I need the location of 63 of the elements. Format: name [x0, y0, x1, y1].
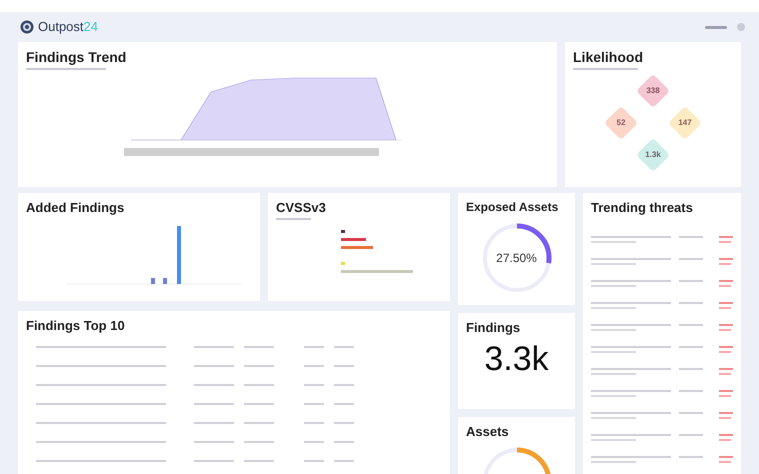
blurred-text-line: [719, 456, 733, 458]
blurred-text-line: [591, 461, 636, 463]
user-name-blur-drawing: [705, 26, 727, 28]
blurred-text-line: [591, 307, 636, 309]
blurred-text-line: [719, 263, 731, 265]
card-title: Findings Top 10: [26, 319, 126, 332]
blurred-text-line: [719, 324, 733, 326]
blurred-text-line: [679, 434, 703, 436]
blurred-text-line: [719, 280, 733, 282]
blurred-text-line: [591, 329, 636, 331]
blurred-text-line: [719, 329, 731, 331]
blurred-text-line: [591, 241, 636, 243]
blurred-text-line: [679, 280, 703, 282]
findings-count: 3.3k: [484, 342, 549, 376]
blurred-text-line: [679, 258, 703, 260]
blurred-text-line: [591, 263, 636, 265]
card-title: Findings: [466, 321, 522, 334]
blurred-text-line: [719, 285, 731, 287]
blurred-text-line: [679, 346, 703, 348]
blurred-text-line: [719, 258, 733, 260]
blurred-text-line: [719, 346, 733, 348]
likelihood-value: 52: [616, 117, 626, 129]
blurred-text-line: [719, 307, 731, 309]
card-title: Assets: [466, 425, 510, 438]
blurred-text-line: [719, 439, 731, 441]
blurred-text-line: [719, 461, 731, 463]
percentage-value: 27.50%: [496, 250, 537, 266]
blurred-text-line: [719, 434, 733, 436]
blurred-text-line: [719, 351, 731, 353]
blurred-text-line: [591, 395, 636, 397]
blurred-text-line: [679, 324, 703, 326]
blurred-text-line: [719, 302, 733, 304]
blurred-text-line: [719, 412, 733, 414]
blurred-text-line: [719, 417, 731, 419]
card-title: Exposed Assets: [466, 201, 560, 213]
blurred-text-line: [719, 390, 733, 392]
logo-icon: [20, 20, 34, 34]
blurred-text-line: [679, 236, 703, 238]
logo-text: Outpost24: [38, 18, 98, 36]
blurred-text-line: [679, 302, 703, 304]
likelihood-value: 147: [678, 117, 692, 129]
blurred-text-line: [679, 390, 703, 392]
likelihood-value: 1.3k: [645, 149, 661, 161]
blurred-text-line: [679, 368, 703, 370]
likelihood-value: 338: [646, 85, 660, 97]
blurred-text-line: [719, 373, 731, 375]
blurred-text-line: [719, 368, 733, 370]
blurred-text-line: [679, 412, 703, 414]
user-icon[interactable]: [735, 22, 747, 32]
blurred-text-line: [591, 373, 636, 375]
blurred-text-line: [719, 236, 733, 238]
blurred-text-line: [591, 439, 636, 441]
blurred-text-line: [591, 417, 636, 419]
card-title: Findings Trend: [26, 50, 128, 64]
blurred-text-line: [719, 395, 731, 397]
blurred-text-line: [719, 241, 731, 243]
card-title: Trending threats: [591, 201, 694, 214]
blurred-text-line: [591, 285, 636, 287]
card-title: CVSSv3: [276, 201, 327, 214]
card-title: Added Findings: [26, 201, 126, 214]
blurred-text-line: [679, 456, 703, 458]
card-title: Likelihood: [573, 50, 644, 64]
blurred-text-line: [591, 351, 636, 353]
